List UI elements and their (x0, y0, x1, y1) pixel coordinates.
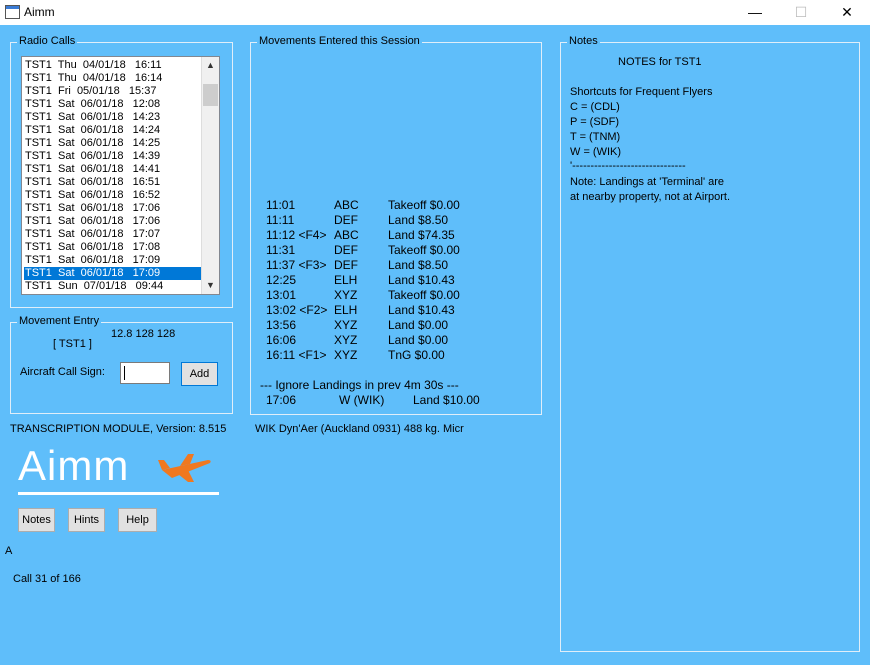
notes-button[interactable]: Notes (18, 508, 55, 532)
movement-action: Land $8.50 (388, 258, 449, 272)
list-scrollbar[interactable]: ▲ ▼ (201, 57, 219, 294)
radio-calls-list[interactable]: TST1 Thu 04/01/18 16:11 TST1 Thu 04/01/18… (21, 56, 220, 295)
list-item[interactable]: TST1 Sat 06/01/18 14:23 (24, 111, 201, 124)
movement-time: 12:25 (266, 273, 297, 287)
scroll-down-icon[interactable]: ▼ (202, 277, 219, 294)
movement-time: 11:01 (266, 198, 296, 212)
help-button[interactable]: Help (118, 508, 157, 532)
aircraft-call-sign-input[interactable] (120, 362, 170, 384)
aimm-logo: Aimm (18, 442, 220, 500)
window-title: Aimm (24, 5, 55, 19)
list-item[interactable]: TST1 Sat 06/01/18 17:06 (24, 215, 201, 228)
movement-time: 13:01 (266, 288, 297, 302)
call-count: Call 31 of 166 (13, 573, 81, 585)
notes-line: at nearby property, not at Airport. (570, 191, 730, 203)
hints-button[interactable]: Hints (68, 508, 105, 532)
movement-action: Takeoff $0.00 (388, 288, 460, 302)
movement-time: 11:31 (266, 243, 296, 257)
list-item[interactable]: TST1 Sat 06/01/18 17:09 (24, 267, 201, 280)
list-item[interactable]: TST1 Sat 06/01/18 14:24 (24, 124, 201, 137)
movement-time: 11:11 (266, 213, 295, 227)
title-bar: Aimm — ☐ ✕ (0, 0, 870, 25)
notes-title: NOTES for TST1 (618, 56, 702, 68)
list-item[interactable]: TST1 Sat 06/01/18 12:08 (24, 98, 201, 111)
notes-line: C = (CDL) (570, 101, 620, 113)
notes-line: W = (WIK) (570, 146, 622, 158)
entry-values: 12.8 128 128 (111, 328, 176, 340)
notes-line: P = (SDF) (570, 116, 620, 128)
ignored-time: 17:06 (266, 393, 297, 407)
list-item[interactable]: TST1 Sat 06/01/18 17:07 (24, 228, 201, 241)
notes-line: '------------------------------- (570, 160, 686, 172)
movement-code: DEF (334, 213, 358, 227)
aircraft-info: WIK Dyn'Aer (Auckland 0931) 488 kg. Micr (255, 423, 464, 435)
list-item[interactable]: TST1 Sat 06/01/18 17:09 (24, 254, 201, 267)
movement-action: Takeoff $0.00 (388, 198, 460, 212)
movement-action: Land $74.35 (388, 228, 455, 242)
entry-callsign-tag: [ TST1 ] (53, 338, 92, 350)
movement-code: XYZ (334, 318, 358, 332)
logo-text: Aimm (18, 442, 130, 489)
list-item[interactable]: TST1 Sun 07/01/18 09:44 (24, 280, 201, 293)
movement-code: XYZ (334, 333, 358, 347)
movement-code: ABC (334, 198, 359, 212)
maximize-icon: ☐ (794, 4, 808, 20)
movement-time: 11:37 <F3> (266, 258, 327, 272)
movement-time: 16:11 <F1> (266, 348, 327, 362)
ignored-code: W (WIK) (339, 393, 385, 407)
app-icon (5, 5, 20, 19)
list-item[interactable]: TST1 Thu 04/01/18 16:11 (24, 59, 201, 72)
movement-code: XYZ (334, 288, 358, 302)
movement-code: DEF (334, 258, 358, 272)
movement-action: Takeoff $0.00 (388, 243, 460, 257)
list-item[interactable]: TST1 Fri 05/01/18 15:37 (24, 85, 201, 98)
notes-line: Note: Landings at 'Terminal' are (570, 176, 725, 188)
ignored-action: Land $10.00 (413, 393, 480, 407)
movement-time: 11:12 <F4> (266, 228, 327, 242)
notes-line: Shortcuts for Frequent Flyers (570, 86, 713, 98)
movement-code: ABC (334, 228, 359, 242)
list-item[interactable]: TST1 Thu 04/01/18 16:14 (24, 72, 201, 85)
movement-time: 16:06 (266, 333, 297, 347)
notes-legend: Notes (567, 35, 600, 47)
list-item[interactable]: TST1 Sat 06/01/18 17:06 (24, 202, 201, 215)
scroll-thumb[interactable] (203, 84, 218, 106)
aircraft-call-sign-label: Aircraft Call Sign: (20, 366, 105, 378)
close-icon[interactable]: ✕ (824, 0, 870, 25)
list-item[interactable]: TST1 Sat 06/01/18 14:39 (24, 150, 201, 163)
movement-time: 13:02 <F2> (266, 303, 328, 317)
notes-line: T = (TNM) (570, 131, 621, 143)
movement-action: Land $8.50 (388, 213, 449, 227)
list-item[interactable]: TST1 Sat 06/01/18 14:25 (24, 137, 201, 150)
list-item[interactable]: TST1 Sat 06/01/18 17:08 (24, 241, 201, 254)
status-letter: A (5, 545, 13, 557)
movement-code: ELH (334, 303, 358, 317)
movement-entry-legend: Movement Entry (17, 315, 102, 327)
movement-action: Land $10.43 (388, 273, 455, 287)
add-button[interactable]: Add (181, 362, 218, 386)
list-item[interactable]: TST1 Sat 06/01/18 16:52 (24, 189, 201, 202)
movement-action: Land $0.00 (388, 318, 449, 332)
movements-legend: Movements Entered this Session (257, 35, 422, 47)
movement-code: DEF (334, 243, 358, 257)
logo-underline (18, 492, 219, 495)
radio-calls-legend: Radio Calls (17, 35, 78, 47)
list-item[interactable]: TST1 Sat 06/01/18 14:41 (24, 163, 201, 176)
movement-action: Land $10.43 (388, 303, 455, 317)
text-caret (124, 366, 125, 380)
movement-code: ELH (334, 273, 358, 287)
movement-time: 13:56 (266, 318, 297, 332)
module-version: TRANSCRIPTION MODULE, Version: 8.515 (10, 423, 227, 435)
ignore-landings-note: --- Ignore Landings in prev 4m 30s --- (260, 378, 459, 392)
scroll-up-icon[interactable]: ▲ (202, 57, 219, 74)
minimize-icon[interactable]: — (732, 0, 778, 25)
movement-action: TnG $0.00 (388, 348, 445, 362)
list-item[interactable]: TST1 Sat 06/01/18 16:51 (24, 176, 201, 189)
movement-action: Land $0.00 (388, 333, 449, 347)
plane-icon (158, 454, 211, 482)
movement-code: XYZ (334, 348, 358, 362)
